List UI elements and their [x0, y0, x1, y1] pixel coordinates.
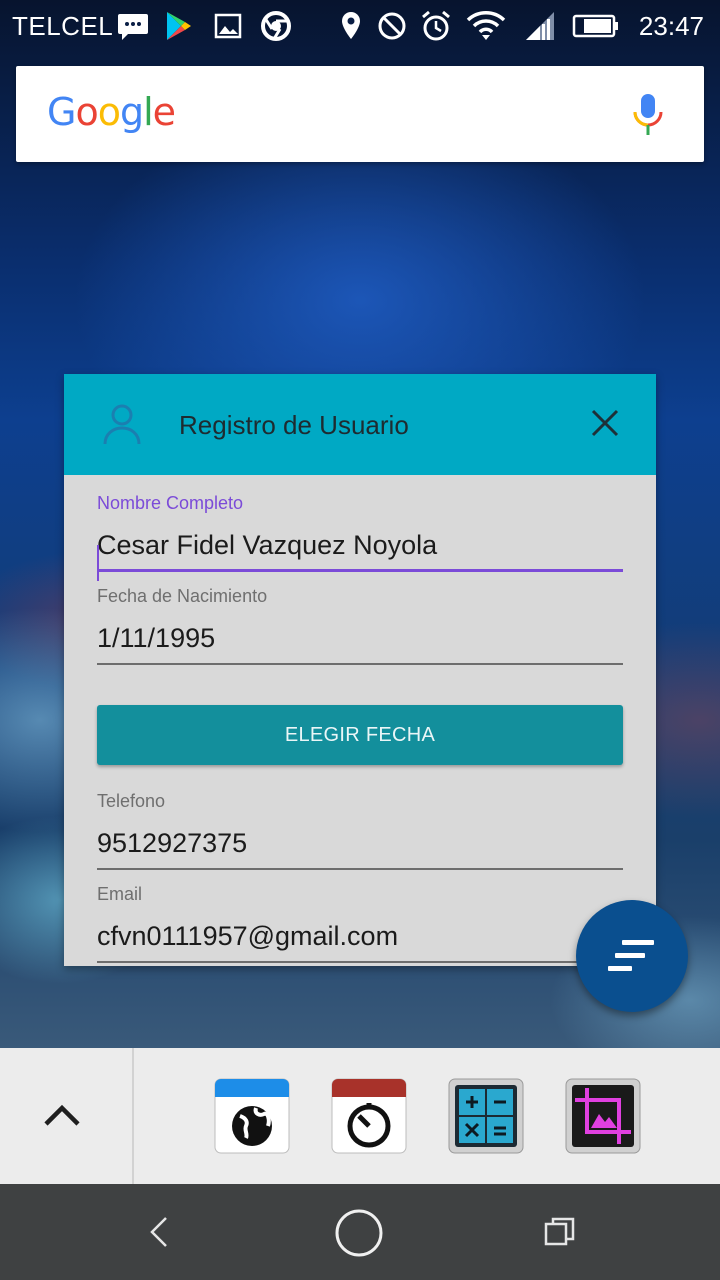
telefono-underline	[97, 868, 623, 870]
back-button[interactable]	[146, 1214, 174, 1250]
clock: 23:47	[638, 11, 704, 41]
user-icon	[103, 404, 141, 445]
google-search-bar[interactable]: Google	[16, 66, 704, 162]
location-icon	[342, 12, 360, 39]
text-cursor	[97, 545, 99, 581]
chrome-icon	[261, 11, 291, 41]
nombre-field[interactable]: Nombre Completo Cesar Fidel Vazquez Noyo…	[97, 493, 623, 581]
navigation-bar	[0, 1184, 720, 1280]
signal-icon	[526, 12, 554, 40]
play-store-icon	[167, 12, 191, 40]
dock-divider	[132, 1048, 134, 1184]
registration-dialog: Registro de Usuario Nombre Completo Cesa…	[64, 374, 656, 966]
carrier-name: TELCEL	[12, 11, 114, 41]
email-label: Email	[97, 884, 143, 904]
email-field[interactable]: Email cfvn0111957@gmail.com	[97, 884, 623, 964]
fecha-underline	[97, 663, 623, 665]
do-not-disturb-icon	[378, 12, 406, 40]
wifi-icon	[466, 11, 506, 40]
email-input[interactable]: cfvn0111957@gmail.com	[97, 921, 623, 952]
nombre-underline	[97, 569, 623, 572]
alarm-icon	[422, 10, 450, 41]
browser-app-icon[interactable]	[214, 1078, 290, 1154]
sms-icon	[118, 14, 148, 40]
email-underline	[97, 961, 623, 963]
photo-editor-app-icon[interactable]	[565, 1078, 641, 1154]
chevron-up-icon[interactable]	[42, 1102, 82, 1128]
nombre-label: Nombre Completo	[97, 493, 244, 513]
close-icon[interactable]	[590, 408, 620, 438]
elegir-fecha-button[interactable]: ELEGIR FECHA	[97, 705, 623, 765]
telefono-input[interactable]: 9512927375	[97, 828, 623, 859]
home-button[interactable]	[334, 1208, 384, 1258]
clock-app-icon[interactable]	[331, 1078, 407, 1154]
app-dock	[0, 1048, 720, 1184]
floating-action-button[interactable]	[576, 900, 688, 1012]
fecha-input[interactable]: 1/11/1995	[97, 623, 623, 654]
recents-button[interactable]	[544, 1216, 576, 1248]
sort-lines-icon	[608, 940, 654, 971]
gallery-icon	[214, 13, 242, 39]
google-logo: Google	[47, 90, 176, 134]
dialog-title: Registro de Usuario	[179, 410, 409, 440]
calculator-app-icon[interactable]	[448, 1078, 524, 1154]
battery-icon	[572, 14, 618, 38]
mic-icon[interactable]	[630, 92, 666, 138]
fecha-label: Fecha de Nacimiento	[97, 586, 268, 606]
fecha-field[interactable]: Fecha de Nacimiento 1/11/1995	[97, 586, 623, 666]
telefono-label: Telefono	[97, 791, 166, 811]
nombre-input[interactable]: Cesar Fidel Vazquez Noyola	[97, 530, 623, 561]
status-bar: TELCEL 23:47	[0, 0, 720, 52]
dialog-header: Registro de Usuario	[64, 374, 656, 475]
telefono-field[interactable]: Telefono 9512927375	[97, 791, 623, 871]
